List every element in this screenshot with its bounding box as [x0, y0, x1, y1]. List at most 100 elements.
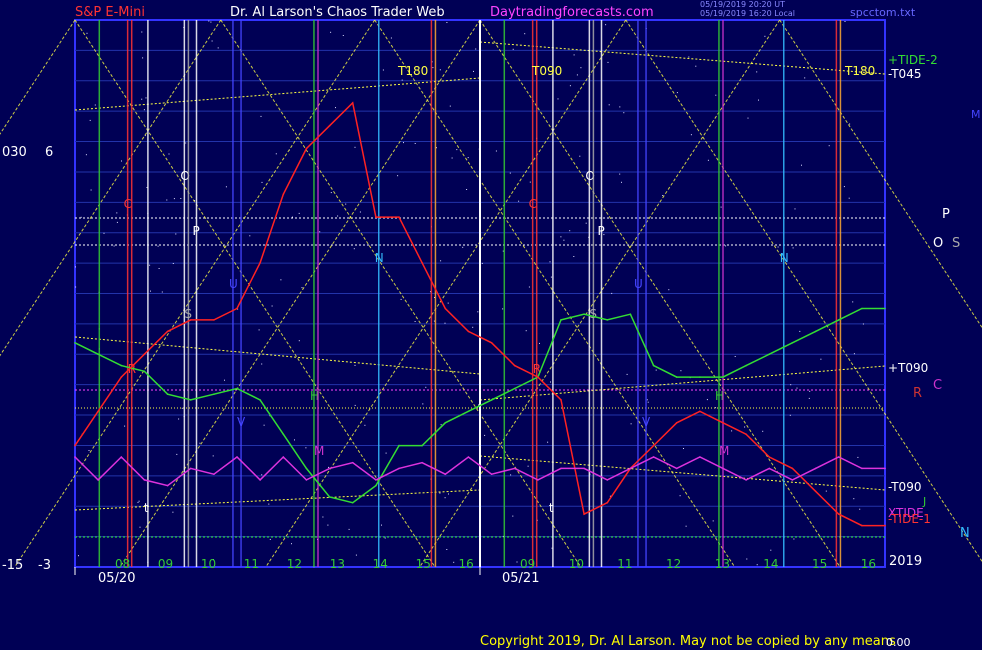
star-dot [447, 302, 449, 304]
star-dot [857, 456, 859, 458]
series-point [884, 467, 886, 470]
star-dot [116, 221, 118, 223]
vertical-marker-label: t [144, 501, 149, 515]
left-scale-top-b: 6 [45, 145, 54, 160]
star-dot [608, 104, 610, 106]
star-dot [852, 301, 854, 303]
star-dot [762, 430, 764, 432]
hour-tick-label: 10 [569, 557, 584, 571]
year-label: 2019 [889, 554, 923, 569]
star-dot [477, 311, 479, 313]
star-dot [451, 157, 453, 159]
series-point [398, 216, 400, 218]
series-point [305, 147, 308, 150]
star-dot [579, 155, 581, 157]
site-link[interactable]: Daytradingforecasts.com [490, 6, 654, 20]
series-point [837, 319, 840, 321]
star-dot [322, 516, 324, 518]
series-point [120, 376, 123, 378]
star-dot [808, 397, 810, 399]
star-dot [580, 67, 582, 69]
star-dot [790, 384, 792, 386]
star-dot [440, 260, 442, 262]
star-dot [573, 256, 575, 257]
series-point [120, 364, 123, 367]
star-dot [725, 245, 727, 247]
star-dot [801, 164, 802, 166]
star-dot [168, 153, 170, 155]
star-dot [789, 414, 791, 416]
series-point [189, 319, 192, 321]
series-point [467, 410, 470, 413]
star-dot [397, 175, 399, 177]
star-dot [539, 342, 540, 344]
series-point [560, 467, 562, 470]
series-point [351, 461, 354, 464]
series-point [375, 479, 377, 481]
star-dot [150, 290, 151, 292]
star-dot [403, 142, 404, 144]
star-dot [249, 235, 251, 237]
star-dot [484, 434, 486, 436]
tide-line-label: T180 [397, 64, 428, 78]
star-dot [298, 340, 300, 342]
series-point [421, 461, 423, 464]
star-dot [679, 495, 681, 497]
series-point [791, 467, 794, 470]
series-point [375, 216, 377, 218]
star-dot [425, 386, 427, 388]
hour-tick-label: 11 [617, 557, 632, 571]
star-dot [390, 37, 392, 39]
star-dot [585, 222, 587, 224]
star-dot [80, 216, 82, 218]
star-dot [683, 448, 684, 449]
star-dot [777, 246, 779, 248]
series-point [699, 456, 701, 458]
star-dot [655, 369, 657, 371]
star-dot [573, 54, 575, 56]
star-dot [176, 453, 178, 455]
series-point [884, 524, 886, 527]
series-point [814, 467, 817, 470]
star-dot [796, 387, 798, 389]
series-point [166, 484, 169, 487]
vertical-marker-label: U [229, 277, 238, 291]
star-dot [707, 159, 709, 161]
star-dot [444, 497, 446, 499]
star-dot [86, 32, 88, 34]
star-dot [619, 173, 621, 175]
series-point [675, 467, 678, 470]
star-dot [116, 212, 118, 214]
star-dot [90, 189, 92, 191]
star-dot [569, 230, 571, 232]
series-point [143, 479, 146, 481]
hour-tick-label: 10 [201, 557, 216, 571]
star-dot [448, 493, 449, 495]
series-point [537, 479, 539, 481]
tide-line-label: T090 [531, 64, 562, 78]
star-dot [843, 186, 845, 188]
left-scale-top-a: 030 [2, 145, 27, 160]
timestamp-local: 05/19/2019 16:20 Local [700, 9, 795, 18]
right-label-n: N [960, 526, 970, 541]
star-dot [330, 31, 332, 33]
star-dot [715, 94, 717, 96]
star-dot [261, 181, 263, 183]
series-point [421, 262, 423, 264]
series-point [189, 467, 192, 470]
series-point [74, 444, 76, 447]
star-dot [422, 403, 424, 405]
star-dot [662, 195, 664, 196]
star-dot [848, 197, 850, 199]
star-dot [185, 142, 187, 144]
vertical-marker-label: P [193, 224, 200, 238]
vertical-marker-label: C [124, 197, 132, 211]
series-point [722, 422, 724, 424]
series-point [236, 387, 238, 390]
star-dot [141, 31, 143, 33]
series-point [351, 501, 354, 504]
star-dot [627, 406, 629, 408]
star-dot [166, 199, 168, 201]
series-point [282, 193, 285, 196]
left-scale-bottom-a: -15 [2, 558, 24, 573]
